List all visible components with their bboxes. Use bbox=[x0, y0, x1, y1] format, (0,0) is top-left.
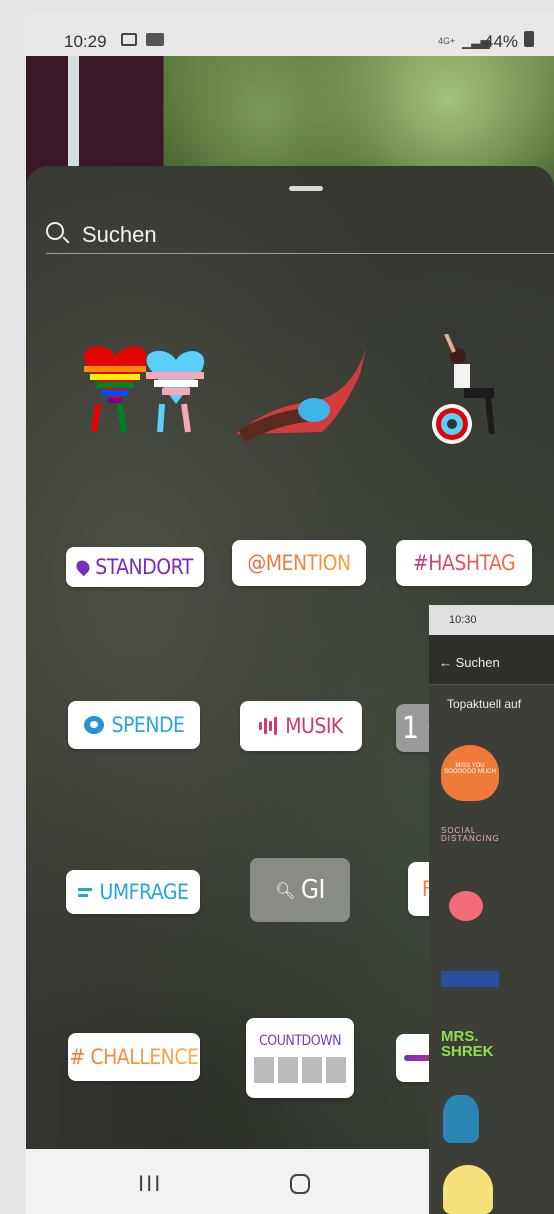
preview-sticker-miss-you[interactable]: MISS YOU SOOOOOO MUCH bbox=[441, 745, 499, 801]
mention-sticker[interactable]: @MENTION bbox=[232, 540, 366, 586]
home-button[interactable] bbox=[290, 1174, 310, 1194]
location-sticker-label: STANDORT bbox=[95, 555, 193, 579]
donation-sticker-label: SPENDE bbox=[111, 713, 185, 737]
preview-search[interactable]: ← Suchen bbox=[429, 635, 554, 685]
countdown-boxes bbox=[254, 1057, 346, 1083]
countdown-sticker[interactable]: COUNTDOWN bbox=[246, 1018, 354, 1098]
preview-sticker-angel[interactable] bbox=[443, 1165, 493, 1214]
location-pin-icon bbox=[74, 557, 93, 577]
gif-sticker[interactable]: 🔍︎ GI bbox=[250, 858, 350, 922]
drag-handle[interactable] bbox=[289, 186, 323, 191]
preview-section-title: Topaktuell auf bbox=[447, 697, 522, 711]
battery-icon bbox=[524, 31, 534, 47]
music-sticker[interactable]: MUSIK bbox=[240, 701, 362, 751]
preview-sticker-heart-arrow[interactable] bbox=[449, 891, 483, 921]
mention-sticker-label: @MENTION bbox=[247, 551, 351, 575]
recent-apps-button[interactable]: III bbox=[138, 1171, 162, 1197]
challenge-sticker-label: # CHALLENCE bbox=[69, 1045, 199, 1069]
heart-icon bbox=[83, 716, 104, 734]
poll-lines-icon bbox=[77, 885, 92, 900]
preview-sticker-person[interactable] bbox=[443, 1095, 479, 1143]
poll-sticker[interactable]: UMFRAGE bbox=[66, 870, 200, 914]
countdown-sticker-label: COUNTDOWN bbox=[258, 1033, 342, 1049]
preview-sticker-pennant[interactable] bbox=[441, 971, 499, 987]
network-type: 4G+ bbox=[438, 36, 456, 46]
gif-sticker-label: GI bbox=[300, 875, 326, 905]
email-notification-icon bbox=[146, 33, 164, 46]
gallery-notification-icon bbox=[121, 33, 137, 46]
preview-status-time: 10:30 bbox=[429, 605, 554, 635]
pride-hearts-sticker[interactable] bbox=[76, 344, 208, 440]
challenge-sticker[interactable]: # CHALLENCE bbox=[68, 1033, 200, 1081]
location-sticker[interactable]: STANDORT bbox=[66, 547, 204, 587]
preview-sticker-miss-you-label: MISS YOU SOOOOOO MUCH bbox=[444, 763, 496, 775]
overlay-screenshot: 10:30 ← Suchen Topaktuell auf MISS YOU S… bbox=[429, 605, 554, 1214]
status-bar: 10:29 4G+ ▁▃▅ 44% bbox=[26, 14, 554, 56]
donation-sticker[interactable]: SPENDE bbox=[68, 701, 200, 749]
hashtag-sticker-label: #HASHTAG bbox=[412, 551, 516, 575]
preview-sticker-mrs-shrek[interactable]: MRS. SHREK bbox=[441, 1029, 501, 1059]
yoga-person-sticker[interactable] bbox=[232, 344, 372, 444]
status-time: 10:29 bbox=[64, 32, 107, 51]
battery-percent: 44% bbox=[484, 32, 519, 51]
wheelchair-person-sticker[interactable] bbox=[422, 334, 518, 446]
sticker-search[interactable]: Suchen bbox=[46, 206, 554, 254]
preview-sticker-social-distancing[interactable]: SOCIAL DISTANCING bbox=[441, 827, 511, 843]
gif-search-icon: 🔍︎ bbox=[275, 880, 295, 900]
poll-sticker-label: UMFRAGE bbox=[99, 880, 189, 904]
search-icon bbox=[46, 222, 64, 240]
music-sticker-label: MUSIK bbox=[285, 714, 343, 738]
music-bars-icon bbox=[259, 717, 278, 735]
hashtag-sticker[interactable]: #HASHTAG bbox=[396, 540, 532, 586]
search-input[interactable]: Suchen bbox=[82, 222, 157, 248]
